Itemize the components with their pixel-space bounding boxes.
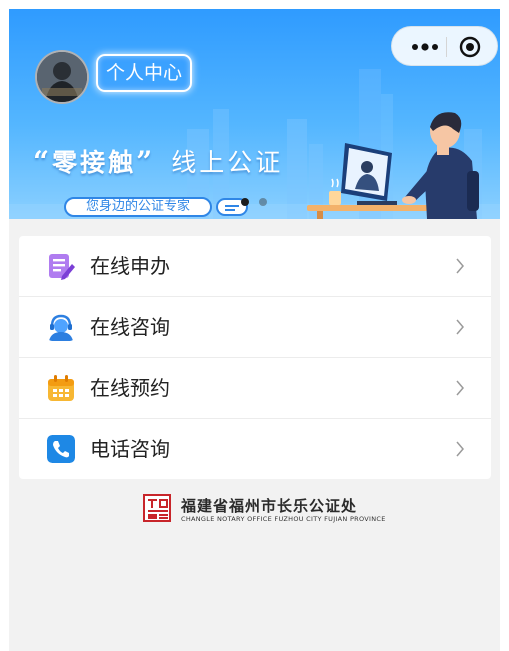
menu-item-online-consult[interactable]: 在线咨询 bbox=[19, 297, 491, 358]
edit-form-icon bbox=[49, 254, 75, 280]
user-center-button[interactable]: 个人中心 bbox=[96, 54, 192, 92]
mini-program-capsule bbox=[391, 26, 498, 66]
carousel-dot[interactable] bbox=[259, 198, 267, 206]
menu-item-label: 在线预约 bbox=[90, 376, 170, 400]
menu-item-label: 在线咨询 bbox=[90, 315, 170, 339]
slogan-rest: 线上公证 bbox=[171, 148, 284, 177]
mini-program-screen: 个人中心 “零接触” 线上公证 您身边的公证专家 在线申办 在线咨询 在线预约 … bbox=[9, 9, 500, 651]
more-dots-icon[interactable] bbox=[410, 40, 440, 54]
menu-item-phone-consult[interactable]: 电话咨询 bbox=[19, 419, 491, 479]
expert-tag: 您身边的公证专家 bbox=[64, 197, 212, 217]
carousel-dot-active[interactable] bbox=[241, 198, 249, 206]
slogan-open-quote: “ bbox=[33, 145, 53, 178]
org-name-en: CHANGLE NOTARY OFFICE FUZHOU CITY FUJIAN… bbox=[181, 515, 386, 523]
banner-slogan: “零接触” 线上公证 bbox=[33, 143, 283, 179]
org-name-cn: 福建省福州市长乐公证处 bbox=[181, 497, 358, 515]
header-banner: 个人中心 “零接触” 线上公证 您身边的公证专家 bbox=[9, 9, 500, 219]
chevron-right-icon bbox=[456, 380, 464, 396]
calendar-icon bbox=[48, 375, 74, 401]
slogan-main: 零接触 bbox=[52, 148, 137, 177]
chevron-right-icon bbox=[456, 319, 464, 335]
menu-item-online-booking[interactable]: 在线预约 bbox=[19, 358, 491, 419]
user-avatar[interactable] bbox=[35, 50, 89, 104]
chevron-right-icon bbox=[456, 258, 464, 274]
slogan-close-quote: ” bbox=[136, 145, 156, 178]
service-menu: 在线申办 在线咨询 在线预约 电话咨询 bbox=[19, 236, 491, 479]
phone-icon bbox=[47, 435, 75, 463]
online-notary-illustration bbox=[307, 112, 479, 219]
customer-service-icon bbox=[49, 314, 73, 341]
target-close-icon[interactable] bbox=[459, 36, 481, 58]
notary-seal-icon bbox=[143, 494, 171, 522]
menu-item-online-apply[interactable]: 在线申办 bbox=[19, 236, 491, 297]
menu-item-label: 电话咨询 bbox=[90, 437, 170, 461]
chevron-right-icon bbox=[456, 441, 464, 457]
menu-item-label: 在线申办 bbox=[90, 254, 170, 278]
capsule-divider bbox=[446, 37, 447, 57]
notary-office-logo: 福建省福州市长乐公证处 CHANGLE NOTARY OFFICE FUZHOU… bbox=[143, 494, 385, 524]
